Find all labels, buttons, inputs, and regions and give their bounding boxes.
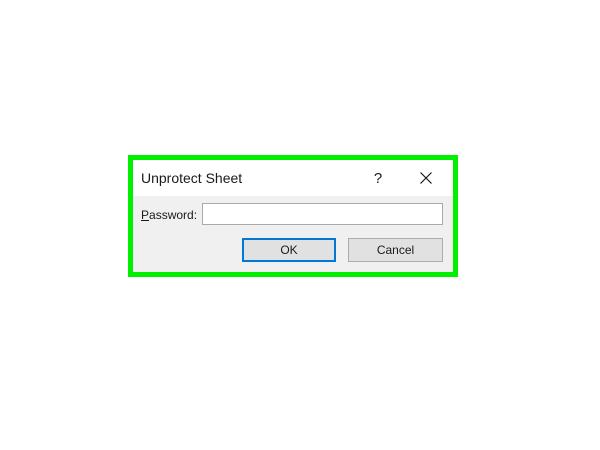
unprotect-sheet-dialog: Unprotect Sheet ? Password: OK Cancel xyxy=(133,160,453,272)
close-icon xyxy=(420,172,432,184)
dialog-titlebar[interactable]: Unprotect Sheet ? xyxy=(133,160,453,196)
dialog-title: Unprotect Sheet xyxy=(141,170,243,186)
help-button[interactable]: ? xyxy=(365,166,391,190)
close-button[interactable] xyxy=(411,166,441,190)
password-label: Password: xyxy=(141,208,197,222)
password-input[interactable] xyxy=(202,203,443,225)
password-label-accelerator: P xyxy=(141,208,150,222)
password-label-text: assword: xyxy=(149,208,198,222)
ok-button[interactable]: OK xyxy=(242,238,336,262)
cancel-button[interactable]: Cancel xyxy=(348,238,443,262)
